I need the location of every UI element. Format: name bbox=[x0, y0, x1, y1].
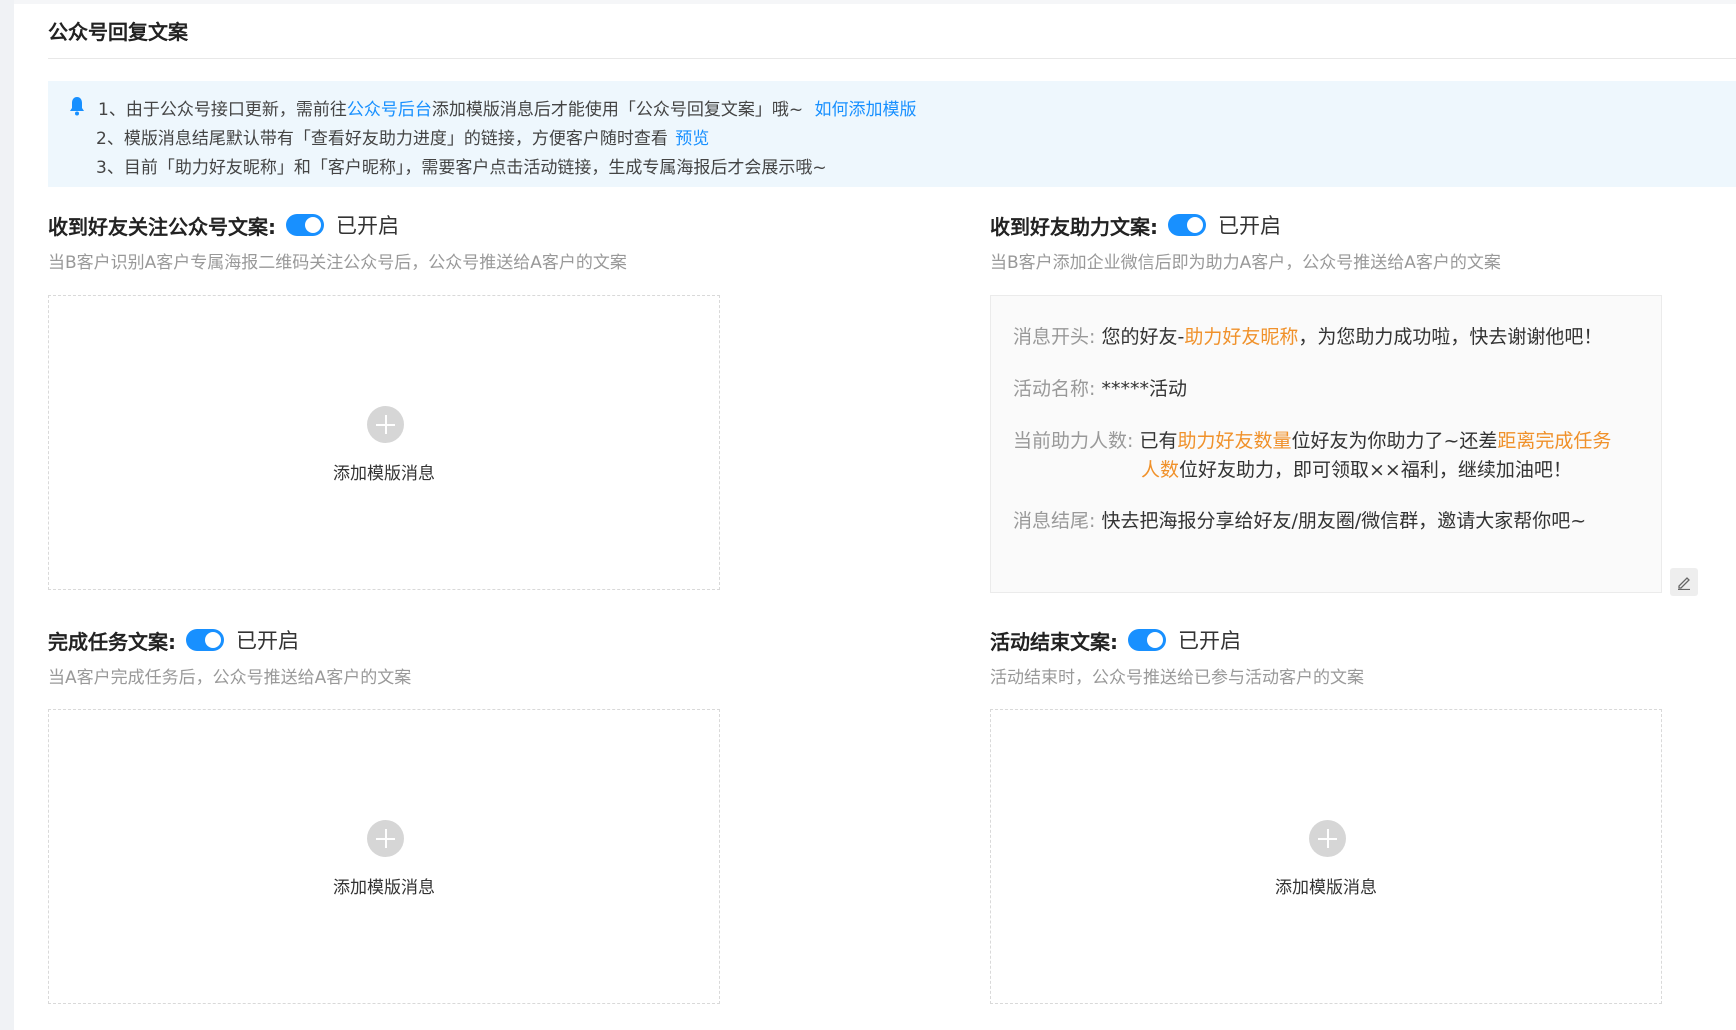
notice-line-1-suffix: 添加模版消息后才能使用「公众号回复文案」哦~ bbox=[431, 100, 804, 120]
plus-circle-icon[interactable] bbox=[367, 820, 404, 857]
notice-line-2-text: 2、模版消息结尾默认带有「查看好友助力进度」的链接，方便客户随时查看 bbox=[96, 129, 668, 149]
preview-link[interactable]: 预览 bbox=[675, 129, 709, 149]
notice-line-3-text: 3、目前「助力好友昵称」和「客户昵称」，需要客户点击活动链接，生成专属海报后才会… bbox=[96, 158, 827, 178]
msg-count-key: 当前助力人数: bbox=[1013, 430, 1134, 452]
how-to-add-template-link[interactable]: 如何添加模版 bbox=[814, 100, 916, 120]
page-title: 公众号回复文案 bbox=[48, 20, 188, 44]
section-complete-toggle[interactable] bbox=[186, 629, 224, 651]
toggle-knob bbox=[1147, 632, 1163, 648]
plus-circle-icon[interactable] bbox=[367, 406, 404, 443]
notice-line-2: 2、模版消息结尾默认带有「查看好友助力进度」的链接，方便客户随时查看 预览 bbox=[96, 124, 709, 149]
section-follow-desc: 当B客户识别A客户专属海报二维码关注公众号后，公众号推送给A客户的文案 bbox=[48, 253, 627, 273]
official-account-backend-link[interactable]: 公众号后台 bbox=[347, 100, 432, 120]
section-assist: 收到好友助力文案: 已开启 当B客户添加企业微信后即为助力A客户，公众号推送给A… bbox=[990, 210, 1501, 273]
notice-line-1: 1、由于公众号接口更新，需前往公众号后台添加模版消息后才能使用「公众号回复文案」… bbox=[98, 95, 916, 120]
section-end-toggle-label: 已开启 bbox=[1178, 629, 1241, 653]
section-end-title: 活动结束文案: bbox=[990, 629, 1118, 654]
title-divider bbox=[48, 58, 1736, 59]
section-end: 活动结束文案: 已开启 活动结束时，公众号推送给已参与活动客户的文案 bbox=[990, 625, 1364, 688]
toggle-knob bbox=[305, 217, 321, 233]
notice-line-1-prefix: 1、由于公众号接口更新，需前往 bbox=[98, 100, 347, 120]
add-template-label[interactable]: 添加模版消息 bbox=[49, 459, 719, 484]
msg-count-var2-a: 距离完成任务 bbox=[1497, 430, 1612, 452]
msg-activity-row: 活动名称: *****活动 bbox=[1013, 374, 1187, 401]
msg-count-row-cont: 人数位好友助力，即可领取××福利，继续加油吧！ bbox=[1141, 455, 1572, 482]
section-complete-title: 完成任务文案: bbox=[48, 629, 176, 654]
section-assist-toggle-label: 已开启 bbox=[1218, 214, 1281, 238]
add-template-label[interactable]: 添加模版消息 bbox=[49, 873, 719, 898]
msg-count-var2-b: 人数 bbox=[1141, 459, 1180, 481]
toggle-knob bbox=[205, 632, 221, 648]
section-complete: 完成任务文案: 已开启 当A客户完成任务后，公众号推送给A客户的文案 bbox=[48, 625, 411, 688]
msg-count-var1: 助力好友数量 bbox=[1177, 430, 1292, 452]
section-follow-toggle-label: 已开启 bbox=[336, 214, 399, 238]
msg-activity-value: *****活动 bbox=[1101, 378, 1187, 400]
section-end-desc: 活动结束时，公众号推送给已参与活动客户的文案 bbox=[990, 668, 1364, 688]
top-strip bbox=[14, 0, 1736, 4]
section-follow: 收到好友关注公众号文案: 已开启 当B客户识别A客户专属海报二维码关注公众号后，… bbox=[48, 210, 627, 273]
section-assist-header: 收到好友助力文案: 已开启 bbox=[990, 210, 1501, 240]
section-end-header: 活动结束文案: 已开启 bbox=[990, 625, 1364, 655]
left-rail bbox=[0, 0, 14, 1030]
msg-ending-row: 消息结尾: 快去把海报分享给好友/朋友圈/微信群，邀请大家帮你吧~ bbox=[1013, 506, 1586, 533]
follow-add-template-box[interactable]: 添加模版消息 bbox=[48, 295, 720, 590]
toggle-knob bbox=[1187, 217, 1203, 233]
section-complete-desc: 当A客户完成任务后，公众号推送给A客户的文案 bbox=[48, 668, 412, 688]
msg-opening-post: ，为您助力成功啦，快去谢谢他吧！ bbox=[1298, 326, 1603, 348]
msg-count-post: 位好友助力，即可领取××福利，继续加油吧！ bbox=[1179, 459, 1572, 481]
assist-message-preview: 消息开头: 您的好友-助力好友昵称，为您助力成功啦，快去谢谢他吧！ 活动名称: … bbox=[990, 295, 1662, 593]
pencil-icon bbox=[1678, 577, 1690, 590]
add-template-label[interactable]: 添加模版消息 bbox=[991, 873, 1661, 898]
section-complete-toggle-label: 已开启 bbox=[236, 629, 299, 653]
notice-banner: 1、由于公众号接口更新，需前往公众号后台添加模版消息后才能使用「公众号回复文案」… bbox=[48, 81, 1736, 187]
bell-icon bbox=[70, 97, 84, 116]
msg-count-mid: 位好友为你助力了~还差 bbox=[1291, 430, 1498, 452]
msg-activity-key: 活动名称: bbox=[1013, 378, 1096, 400]
section-assist-desc: 当B客户添加企业微信后即为助力A客户，公众号推送给A客户的文案 bbox=[990, 253, 1501, 273]
edit-button[interactable] bbox=[1670, 568, 1698, 596]
plus-circle-icon[interactable] bbox=[1309, 820, 1346, 857]
msg-count-pre: 已有 bbox=[1139, 430, 1178, 452]
section-assist-title: 收到好友助力文案: bbox=[990, 214, 1158, 239]
msg-opening-pre: 您的好友- bbox=[1101, 326, 1185, 348]
section-assist-toggle[interactable] bbox=[1168, 214, 1206, 236]
end-add-template-box[interactable]: 添加模版消息 bbox=[990, 709, 1662, 1004]
section-follow-header: 收到好友关注公众号文案: 已开启 bbox=[48, 210, 627, 240]
notice-line-3: 3、目前「助力好友昵称」和「客户昵称」，需要客户点击活动链接，生成专属海报后才会… bbox=[96, 153, 827, 178]
section-complete-header: 完成任务文案: 已开启 bbox=[48, 625, 411, 655]
msg-opening-row: 消息开头: 您的好友-助力好友昵称，为您助力成功啦，快去谢谢他吧！ bbox=[1013, 322, 1602, 349]
msg-opening-var: 助力好友昵称 bbox=[1184, 326, 1299, 348]
msg-ending-value: 快去把海报分享给好友/朋友圈/微信群，邀请大家帮你吧~ bbox=[1101, 510, 1587, 532]
msg-count-row: 当前助力人数: 已有助力好友数量位好友为你助力了~还差距离完成任务 bbox=[1013, 426, 1611, 453]
section-follow-toggle[interactable] bbox=[286, 214, 324, 236]
complete-add-template-box[interactable]: 添加模版消息 bbox=[48, 709, 720, 1004]
section-end-toggle[interactable] bbox=[1128, 629, 1166, 651]
section-follow-title: 收到好友关注公众号文案: bbox=[48, 214, 276, 239]
msg-opening-key: 消息开头: bbox=[1013, 326, 1096, 348]
msg-ending-key: 消息结尾: bbox=[1013, 510, 1096, 532]
